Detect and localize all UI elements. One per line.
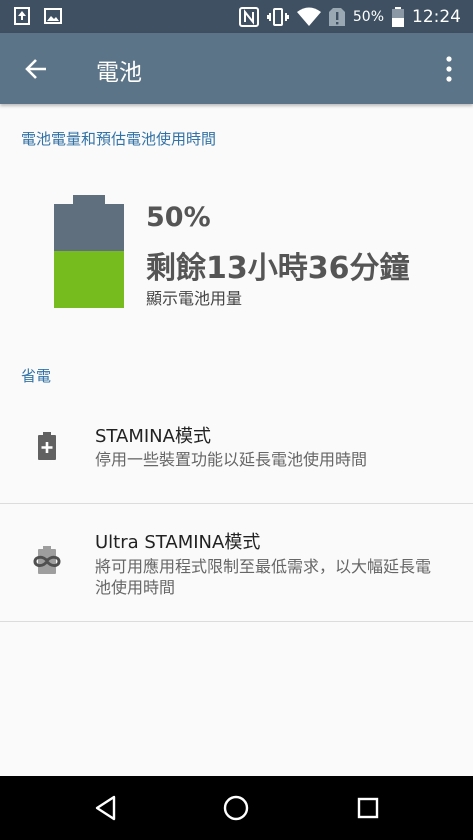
wifi-icon <box>296 7 321 26</box>
ultra-stamina-mode-title: Ultra STAMINA模式 <box>95 532 261 553</box>
app-bar: 電池 <box>0 33 473 104</box>
upload-icon <box>14 7 30 25</box>
battery-infinity-icon <box>33 546 61 574</box>
page-title: 電池 <box>96 60 142 86</box>
battery-section-header: 電池電量和預估電池使用時間 <box>21 130 217 148</box>
navigation-bar <box>0 776 473 840</box>
more-vert-icon[interactable] <box>445 54 453 84</box>
home-icon[interactable] <box>222 794 250 822</box>
battery-level-icon <box>54 195 124 308</box>
vibrate-icon <box>266 8 289 26</box>
status-time: 12:24 <box>412 7 461 27</box>
back-triangle-icon[interactable] <box>92 794 120 822</box>
arrow-left-icon[interactable] <box>22 55 50 83</box>
nfc-icon <box>238 7 259 27</box>
battery-plus-icon <box>38 432 56 460</box>
battery-usage-link: 顯示電池用量 <box>146 289 243 308</box>
battery-remaining-time: 剩餘13小時36分鐘 <box>146 251 410 286</box>
power-saving-header: 省電 <box>21 367 52 385</box>
recents-icon[interactable] <box>354 794 382 822</box>
image-icon <box>44 8 62 24</box>
divider <box>0 621 473 622</box>
alert-icon <box>328 8 345 26</box>
battery-percent: 50% <box>146 202 211 233</box>
stamina-mode-subtitle: 停用一些裝置功能以延長電池使用時間 <box>95 450 368 469</box>
stamina-mode-title: STAMINA模式 <box>95 426 211 447</box>
battery-icon <box>392 7 404 27</box>
list-item-stamina-mode[interactable]: STAMINA模式 停用一些裝置功能以延長電池使用時間 <box>0 400 473 503</box>
list-item-ultra-stamina-mode[interactable]: Ultra STAMINA模式 將可用應用程式限制至最低需求，以大幅延長電池使用… <box>0 504 473 621</box>
ultra-stamina-mode-subtitle: 將可用應用程式限制至最低需求，以大幅延長電池使用時間 <box>95 557 432 597</box>
status-battery-percent: 50% <box>352 9 384 25</box>
status-bar: 50% 12:24 <box>0 0 473 33</box>
